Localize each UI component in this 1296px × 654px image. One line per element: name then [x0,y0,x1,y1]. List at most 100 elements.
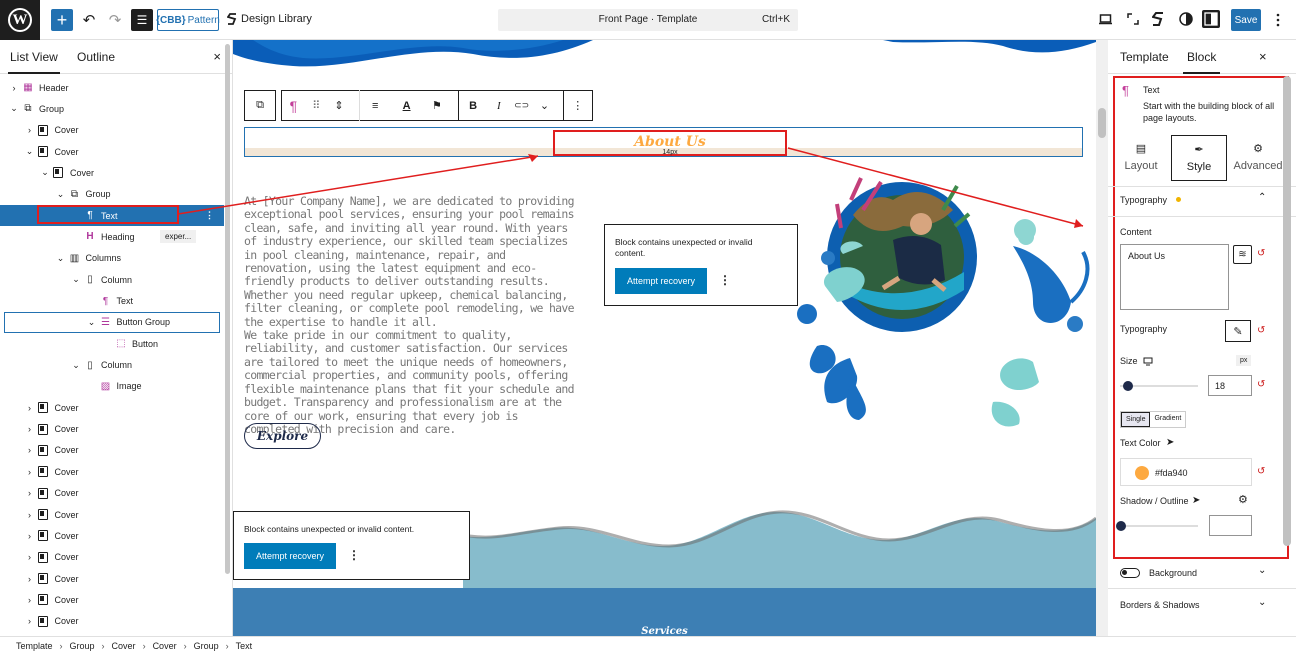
list-view-item-cover[interactable]: › Cover [0,547,224,568]
expand-chevron-icon[interactable]: › [26,488,34,498]
attempt-recovery-button[interactable]: Attempt recovery [615,268,707,294]
subtab-style[interactable]: ✒ Style [1171,135,1227,181]
tab-single-color[interactable]: Single [1121,412,1151,427]
list-view-item-cover[interactable]: › Cover [0,504,224,525]
background-section-title[interactable]: Background [1149,568,1197,578]
background-toggle[interactable] [1120,568,1140,578]
breadcrumb-item-cover[interactable]: Cover [153,641,177,651]
flag-icon[interactable]: ⚑ [423,91,452,120]
settings-scrollbar[interactable] [1283,76,1291,546]
breadcrumb-item-cover[interactable]: Cover [112,641,136,651]
reset-content-icon[interactable]: ↺ [1257,248,1265,259]
breadcrumb-item-template[interactable]: Template [16,641,53,651]
expand-chevron-icon[interactable]: › [26,510,34,520]
dynamic-content-icon[interactable]: ≋ [1233,245,1252,264]
duplicate-icon[interactable]: ⧉ [248,91,272,120]
list-view-item-group[interactable]: ⌄ ⧉ Group [0,98,224,119]
expand-chevron-icon[interactable]: › [26,552,34,562]
shadow-slider[interactable] [1116,521,1198,531]
collapse-chevron-icon[interactable]: ⌄ [72,360,80,371]
list-view-item-cover[interactable]: › Cover [0,120,224,141]
collapse-chevron-icon[interactable]: ⌄ [88,317,96,328]
paragraph-icon[interactable]: ¶ [282,91,305,120]
shadow-settings-gear-icon[interactable]: ⚙ [1238,493,1248,506]
shadow-hover-state-icon[interactable]: ➤ [1192,495,1200,506]
expand-chevron-icon[interactable]: › [26,467,34,477]
list-view-item-cover[interactable]: › Cover [0,525,224,546]
list-view-item-group[interactable]: ⌄ ⧉ Group [0,184,224,205]
list-view-item-cover[interactable]: › Cover [0,611,224,632]
styles-icon[interactable] [1179,12,1193,26]
text-color-icon[interactable]: A [390,91,422,120]
expand-background-chevron-icon[interactable]: ⌄ [1258,565,1266,576]
intro-paragraph[interactable]: At [Your Company Name], we are dedicated… [244,194,576,436]
reset-color-icon[interactable]: ↺ [1257,466,1265,477]
align-text-icon[interactable]: ≡ [360,91,390,120]
reset-typography-icon[interactable]: ↺ [1257,325,1265,336]
document-overview-button[interactable]: ☰ [131,9,153,31]
reset-size-icon[interactable]: ↺ [1257,379,1265,390]
attempt-recovery-button[interactable]: Attempt recovery [244,543,336,569]
breadcrumb-item-text[interactable]: Text [236,641,253,651]
size-slider[interactable] [1120,381,1198,391]
borders-shadows-section-title[interactable]: Borders & Shadows [1120,600,1200,610]
list-view-item-cover[interactable]: › Cover [0,419,224,440]
expand-chevron-icon[interactable]: › [26,595,34,605]
link-icon[interactable]: ⊂⊃ [510,91,533,120]
save-button[interactable]: Save [1231,9,1261,31]
hover-state-icon[interactable]: ➤ [1166,437,1174,448]
close-list-view-icon[interactable]: × [213,49,221,64]
expand-chevron-icon[interactable]: › [26,616,34,626]
color-swatch[interactable] [1135,466,1149,480]
list-view-item-button[interactable]: ⬚ Button [0,333,224,354]
wordpress-logo[interactable]: W [0,0,40,40]
list-view-item-text[interactable]: ¶ Text [0,291,224,312]
cbb-pattern-button[interactable]: {CBB} Pattern [156,9,220,31]
shadow-slider-thumb[interactable] [1116,521,1126,531]
list-view-item-cover[interactable]: › Cover [0,568,224,589]
list-view-item-column[interactable]: ⌄ ▯ Column [0,269,224,290]
expand-chevron-icon[interactable]: › [26,531,34,541]
tab-template[interactable]: Template [1120,50,1169,64]
collapse-chevron-icon[interactable]: ⌄ [10,103,18,114]
expand-borders-chevron-icon[interactable]: ⌄ [1258,597,1266,608]
warning-options-icon[interactable]: ⋮ [719,273,731,287]
list-view-item-column[interactable]: ⌄ ▯ Column [0,355,224,376]
add-block-button[interactable]: + [51,9,73,31]
tab-list-view[interactable]: List View [8,50,60,74]
list-view-item-columns[interactable]: ⌄ ▥ Columns [0,248,224,269]
list-view-item-cover[interactable]: › Cover [0,589,224,610]
size-input[interactable]: 18 [1208,375,1252,396]
stackable-settings-icon[interactable] [1152,12,1164,26]
text-color-picker[interactable]: #fda940 [1120,458,1252,486]
list-view-item-cover[interactable]: › Cover [0,440,224,461]
list-view-item-cover[interactable]: › Cover [0,483,224,504]
expand-chevron-icon[interactable]: › [26,574,34,584]
list-view-item-options-icon[interactable]: ⋮ [205,210,214,221]
move-up-down-icon[interactable]: ⇕ [328,91,351,120]
list-view-item-cover[interactable]: ⌄ Cover [0,141,224,162]
list-view-item-image[interactable]: ▨ Image [0,376,224,397]
command-palette[interactable]: Front Page · Template Ctrl+K [498,9,798,31]
canvas-scrollbar[interactable] [1096,40,1108,636]
more-formats-chevron-icon[interactable]: ⌄ [533,91,556,120]
tab-block[interactable]: Block [1182,50,1221,74]
shadow-input[interactable] [1209,515,1252,536]
warning-options-icon[interactable]: ⋮ [348,548,360,562]
collapse-chevron-icon[interactable]: ⌃ [1258,192,1266,203]
breadcrumb-item-group[interactable]: Group [70,641,95,651]
collapse-chevron-icon[interactable]: ⌄ [41,167,49,178]
collapse-chevron-icon[interactable]: ⌄ [57,253,65,264]
expand-chevron-icon[interactable]: › [26,424,34,434]
expand-chevron-icon[interactable]: › [26,403,34,413]
content-textarea[interactable]: About Us [1120,244,1229,310]
list-view-item-header[interactable]: › ▦ Header [0,77,224,98]
tab-gradient[interactable]: Gradient [1150,412,1185,427]
close-settings-icon[interactable]: × [1259,49,1267,64]
expand-chevron-icon[interactable]: › [26,125,34,135]
size-slider-thumb[interactable] [1122,381,1133,391]
expand-chevron-icon[interactable]: › [26,445,34,455]
block-options-icon[interactable]: ⋮ [564,91,593,120]
list-view-item-text[interactable]: ¶ Text ⋮ [0,205,224,227]
bold-icon[interactable]: B [459,91,488,120]
